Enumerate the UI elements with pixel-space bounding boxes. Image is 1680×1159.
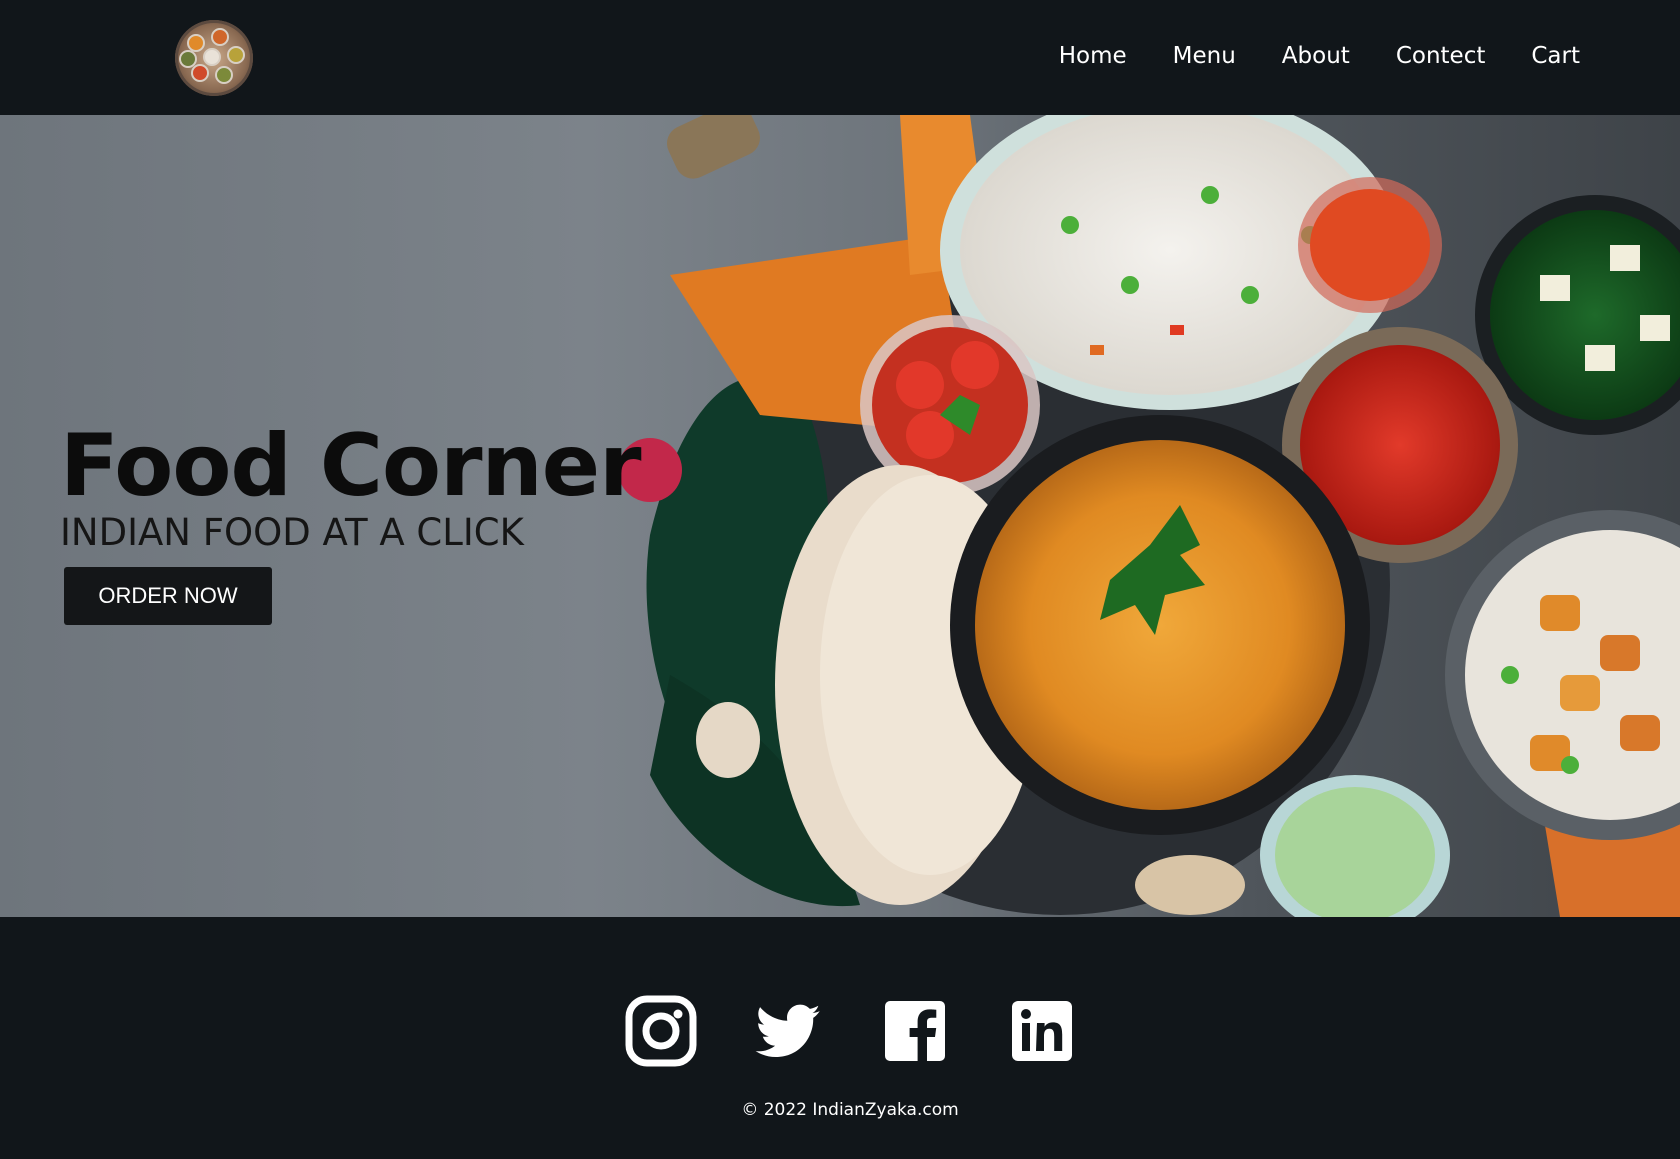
nav-cart-link[interactable]: Cart <box>1531 40 1580 72</box>
indian-food-spread-image <box>618 115 1680 917</box>
nav-home-link[interactable]: Home <box>1059 40 1127 72</box>
nav-contact-link[interactable]: Contect <box>1396 40 1486 72</box>
main-nav: Home Menu About Contect Cart <box>1059 40 1580 72</box>
logo-bowl-icon <box>211 28 229 46</box>
facebook-icon[interactable] <box>879 995 951 1067</box>
linkedin-icon[interactable] <box>1006 995 1078 1067</box>
hero-subtitle: INDIAN FOOD AT A CLICK <box>60 511 524 554</box>
food-thali-logo-icon[interactable] <box>175 20 253 96</box>
logo-bowl-icon <box>215 66 233 84</box>
logo-bowl-icon <box>203 48 221 66</box>
navbar: Home Menu About Contect Cart <box>0 0 1680 115</box>
hero-section: Food Corner INDIAN FOOD AT A CLICK ORDER… <box>0 115 1680 917</box>
footer: © 2022 IndianZyaka.com <box>0 917 1680 1159</box>
nav-about-link[interactable]: About <box>1282 40 1350 72</box>
twitter-icon[interactable] <box>752 995 824 1067</box>
logo-bowl-icon <box>191 64 209 82</box>
copyright-text: © 2022 IndianZyaka.com <box>741 1100 959 1120</box>
logo-bowl-icon <box>179 50 197 68</box>
logo-bowl-icon <box>227 46 245 64</box>
hero-title: Food Corner <box>60 416 642 516</box>
instagram-icon[interactable] <box>625 995 697 1067</box>
order-now-button[interactable]: ORDER NOW <box>64 567 272 625</box>
nav-menu-link[interactable]: Menu <box>1173 40 1236 72</box>
social-links <box>625 995 1078 1067</box>
hero-text-block: Food Corner INDIAN FOOD AT A CLICK <box>60 416 642 554</box>
